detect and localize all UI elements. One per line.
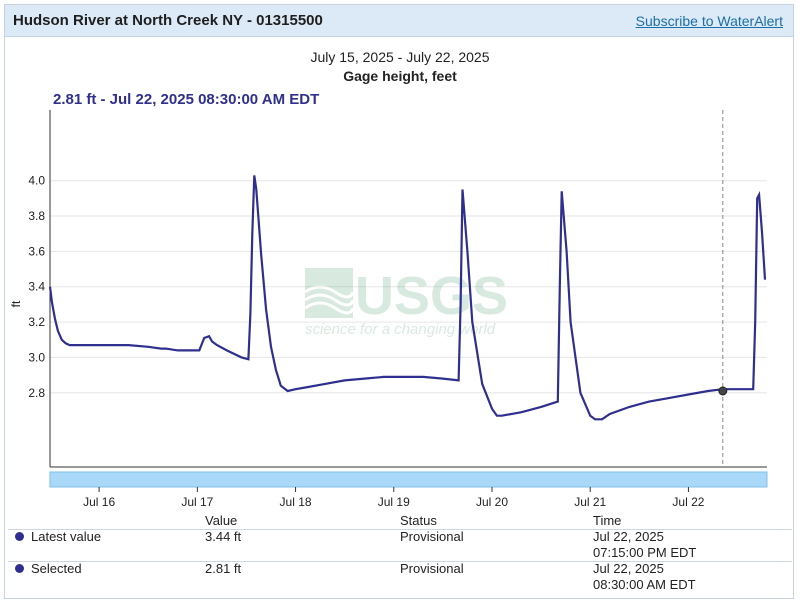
row-date: Jul 22, 2025 bbox=[593, 529, 664, 544]
usgs-watermark: USGS science for a changing world bbox=[304, 266, 508, 338]
x-tick-label: Jul 21 bbox=[574, 495, 606, 509]
x-tick-label: Jul 19 bbox=[378, 495, 410, 509]
x-tick-label: Jul 20 bbox=[476, 495, 508, 509]
x-tick-labels: Jul 16 Jul 17 Jul 18 Jul 19 Jul 20 Jul 21 Jul … bbox=[83, 487, 705, 509]
row-time: 08:30:00 AM EDT bbox=[593, 577, 696, 592]
row-label: Selected bbox=[31, 561, 82, 576]
y-tick-label: 3.6 bbox=[28, 244, 45, 258]
col-header-value: Value bbox=[205, 513, 238, 528]
time-range-brush[interactable] bbox=[49, 471, 768, 488]
col-header-status: Status bbox=[400, 513, 437, 528]
y-tick-label: 3.0 bbox=[28, 350, 45, 364]
row-date: Jul 22, 2025 bbox=[593, 561, 664, 576]
y-tick-label: 3.8 bbox=[28, 209, 45, 223]
x-tick-label: Jul 22 bbox=[672, 495, 704, 509]
row-status: Provisional bbox=[400, 561, 464, 576]
usgs-wave-logo bbox=[304, 268, 355, 318]
row-value: 2.81 ft bbox=[205, 561, 242, 576]
row-value: 3.44 ft bbox=[205, 529, 242, 544]
y-tick-label: 4.0 bbox=[28, 174, 45, 188]
y-axis-label: ft bbox=[9, 300, 23, 307]
usgs-tagline: science for a changing world bbox=[305, 321, 496, 338]
usgs-logo-text: USGS bbox=[355, 266, 508, 326]
x-tick-label: Jul 17 bbox=[181, 495, 213, 509]
row-time: 07:15:00 PM EDT bbox=[593, 545, 697, 560]
row-status: Provisional bbox=[400, 529, 464, 544]
row-label: Latest value bbox=[31, 529, 102, 544]
col-header-time: Time bbox=[593, 513, 622, 528]
selected-point-marker bbox=[718, 386, 728, 396]
x-tick-label: Jul 18 bbox=[280, 495, 312, 509]
y-tick-label: 3.2 bbox=[28, 315, 45, 329]
legend-dot-icon bbox=[15, 532, 24, 541]
y-tick-labels: 2.8 3.0 3.2 3.4 3.6 3.8 4.0 bbox=[28, 174, 45, 400]
x-tick-label: Jul 16 bbox=[83, 495, 115, 509]
y-tick-label: 3.4 bbox=[28, 280, 45, 294]
legend-dot-icon bbox=[15, 564, 24, 573]
y-tick-label: 2.8 bbox=[28, 386, 45, 400]
